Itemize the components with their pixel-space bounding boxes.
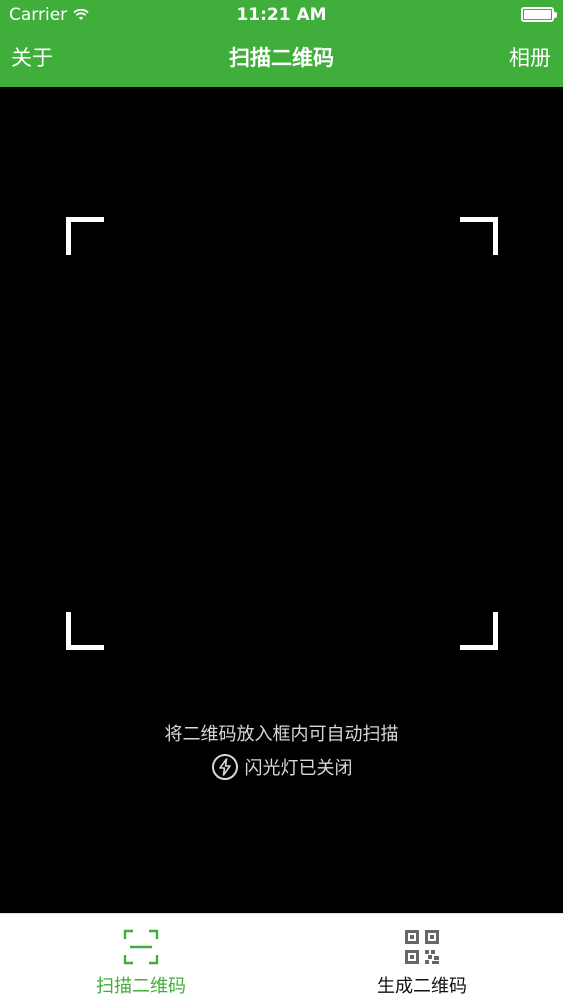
qr-code-icon bbox=[405, 930, 439, 964]
tab-scan-qr-label: 扫描二维码 bbox=[96, 976, 186, 997]
scan-frame-corner-top-left bbox=[66, 217, 104, 255]
status-time: 11:21 AM bbox=[236, 5, 327, 25]
tab-bar: 扫描二维码 生成二维码 bbox=[0, 913, 563, 1000]
scan-frame-corner-bottom-left bbox=[66, 612, 104, 650]
tab-generate-qr[interactable]: 生成二维码 bbox=[281, 914, 563, 1000]
flash-label: 闪光灯已关闭 bbox=[244, 758, 353, 779]
battery-icon bbox=[521, 7, 557, 22]
tab-scan-qr[interactable]: 扫描二维码 bbox=[0, 914, 282, 1000]
camera-preview: 将二维码放入框内可自动扫描 闪光灯已关闭 bbox=[0, 87, 563, 913]
album-button[interactable]: 相册 bbox=[509, 42, 551, 72]
scan-frame-corner-top-right bbox=[460, 217, 498, 255]
page-title: 扫描二维码 bbox=[229, 46, 334, 70]
scan-frame-icon bbox=[123, 929, 159, 965]
scan-hint: 将二维码放入框内可自动扫描 bbox=[164, 724, 399, 745]
flash-toggle[interactable]: 闪光灯已关闭 bbox=[0, 753, 563, 781]
tab-generate-qr-label: 生成二维码 bbox=[377, 976, 467, 997]
battery-fill bbox=[524, 10, 551, 19]
navigation-bar: 关于 扫描二维码 相册 bbox=[0, 30, 563, 87]
flash-icon bbox=[211, 754, 238, 780]
scan-frame-corner-bottom-right bbox=[460, 612, 498, 650]
status-bar: Carrier 11:21 AM bbox=[0, 0, 563, 30]
